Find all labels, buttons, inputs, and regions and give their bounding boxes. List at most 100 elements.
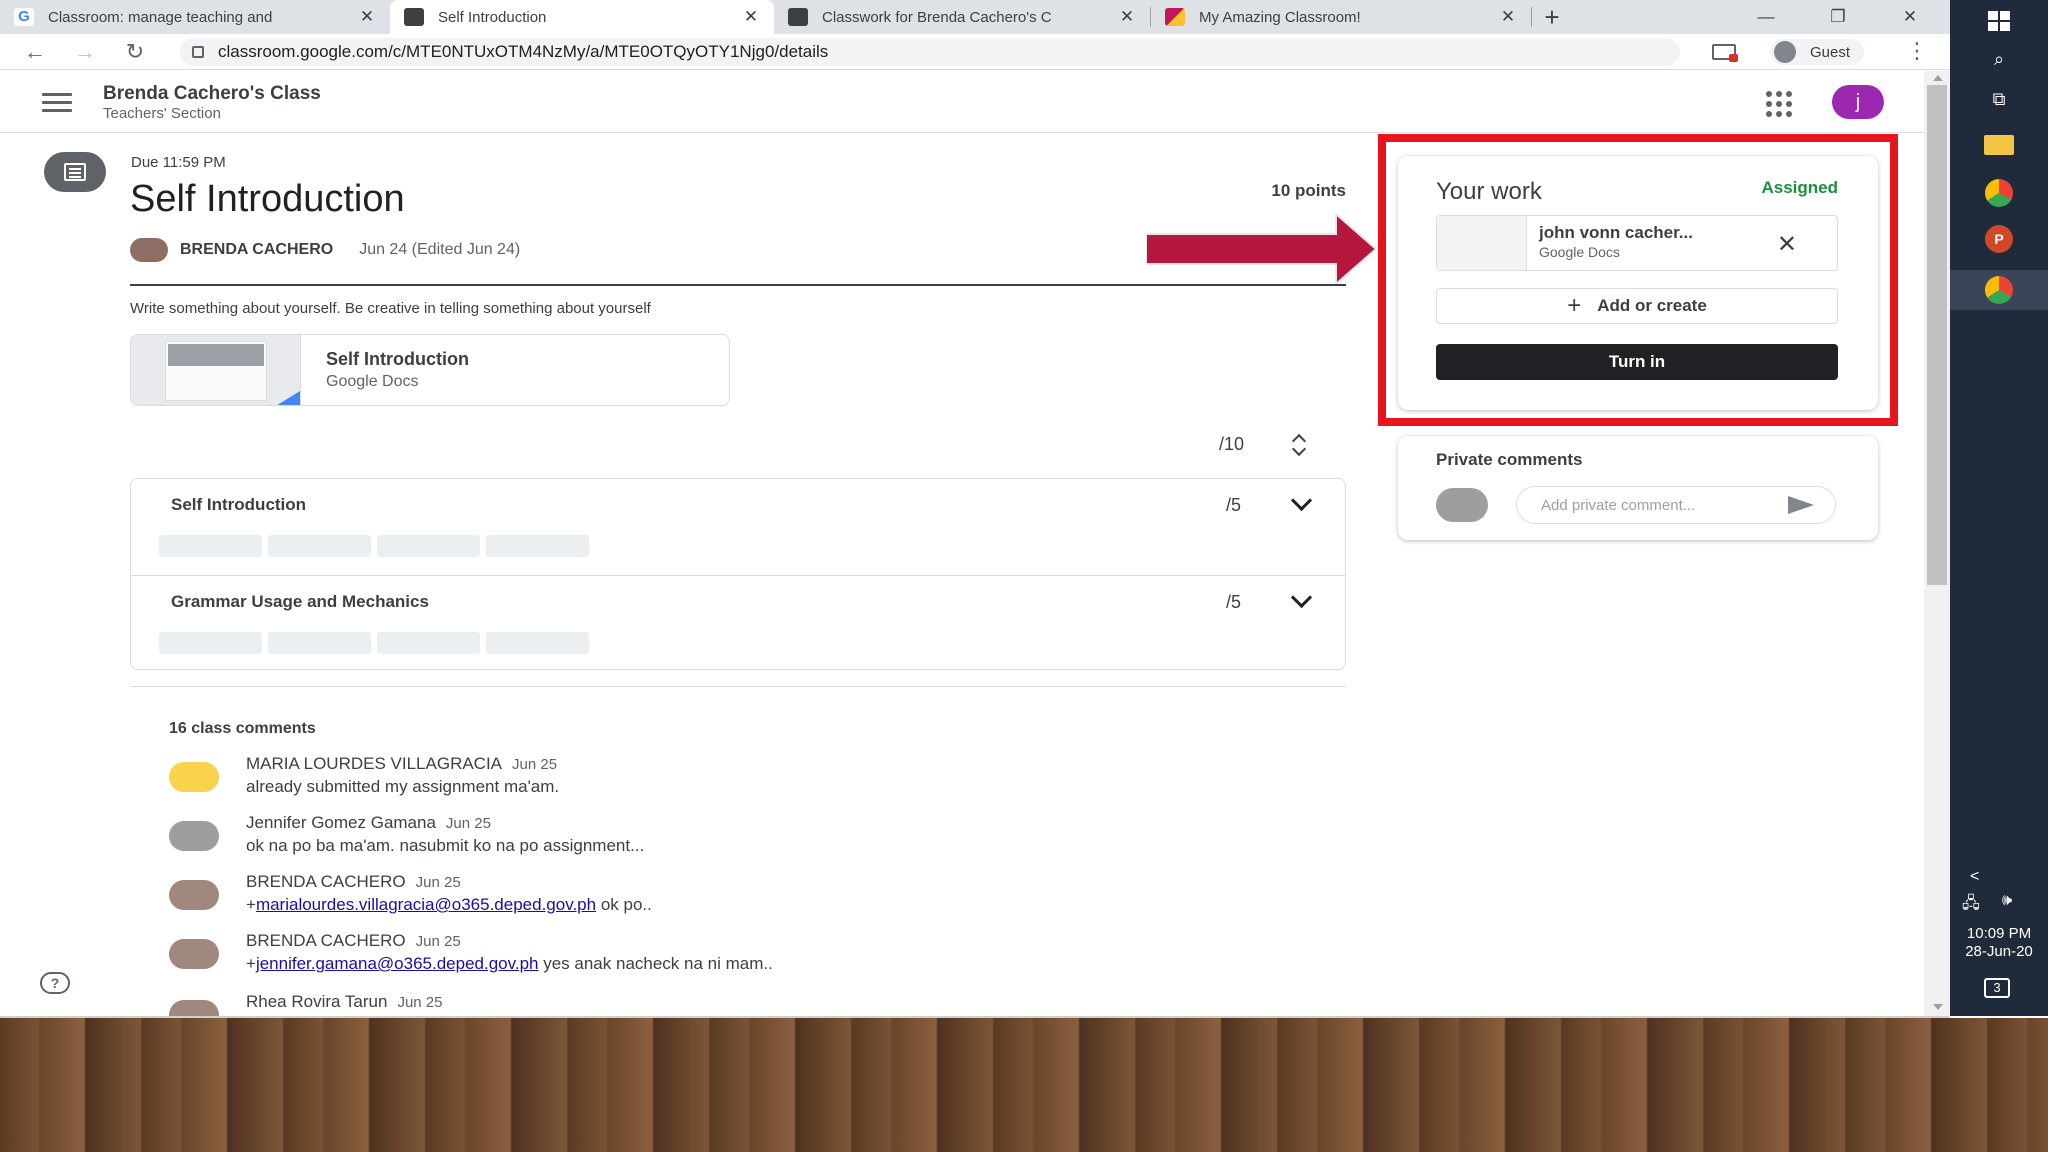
clock-date: 28-Jun-20 [1965,943,2033,960]
system-clock[interactable]: 10:09 PM 28-Jun-20 [1956,925,2042,961]
cast-icon[interactable] [1712,44,1738,62]
assignment-description: Write something about yourself. Be creat… [130,300,651,317]
chevron-down-icon[interactable] [1291,588,1311,608]
task-view-icon[interactable]: ⧉ [1980,84,2018,114]
criterion-title: Grammar Usage and Mechanics [171,592,429,611]
send-icon[interactable] [1788,496,1814,514]
browser-menu-icon[interactable]: ⋮ [1906,38,1928,64]
close-icon[interactable]: ✕ [358,7,376,27]
comment: Rhea Rovira Tarun Jun 25 [169,992,1329,1016]
windows-taskbar: ⌕ ⧉ P [1950,0,2048,1016]
back-arrow-icon[interactable]: ← [10,39,60,65]
scroll-up-arrow-icon[interactable] [1933,75,1943,81]
page-scrollbar[interactable] [1924,71,1950,1016]
mention-link[interactable]: marialourdes.villagracia@o365.deped.gov.… [256,895,596,914]
reload-icon[interactable]: ↻ [110,39,160,65]
attachment-thumbnail [131,335,301,405]
scroll-down-arrow-icon[interactable] [1933,1004,1943,1010]
google-icon: G [14,8,34,26]
header-divider [130,284,1346,286]
file-explorer-icon[interactable] [1980,130,2018,160]
minimize-icon[interactable]: — [1736,0,1796,34]
rubric-total-score: /10 [1218,434,1244,454]
powerpoint-icon[interactable]: P [1980,224,2018,254]
commenter-avatar [169,821,219,851]
window-close-icon[interactable]: ✕ [1880,0,1940,34]
classroom-icon [788,8,808,26]
commenter-avatar [169,1000,219,1016]
criterion-score: /5 [1225,495,1241,515]
posted-date: Jun 24 (Edited Jun 24) [359,241,521,258]
help-icon[interactable]: ? [40,972,70,994]
commenter-name: Jennifer Gomez Gamana [246,813,436,832]
close-icon[interactable]: ✕ [742,7,760,27]
close-icon[interactable]: ✕ [1499,7,1517,27]
commenter-avatar [169,880,219,910]
assignment-points: 10 points [1271,181,1346,200]
restore-icon[interactable]: ❐ [1808,0,1868,34]
chevron-left-icon[interactable]: < [1970,868,1979,886]
lock-icon [192,46,204,58]
tab-classroom-home[interactable]: G Classroom: manage teaching and ✕ [0,0,390,34]
comments-divider [130,686,1346,687]
close-icon[interactable]: ✕ [1118,7,1136,27]
class-comments-count[interactable]: 16 class comments [169,720,316,738]
clock-time: 10:09 PM [1966,925,2032,942]
rubric-criterion[interactable]: Grammar Usage and Mechanics /5 [131,575,1345,671]
classroom-header: Brenda Cachero's Class Teachers' Section… [0,71,1924,133]
annotation-arrow-icon [1146,214,1376,284]
comment-text: already submitted my assignment ma'am. [246,777,560,796]
class-section: Teachers' Section [103,105,221,122]
google-apps-icon[interactable] [1766,91,1792,117]
comment-body: yes anak nacheck na ni mam.. [538,954,773,973]
forward-arrow-icon[interactable]: → [60,39,110,65]
chevron-down-icon[interactable] [1291,491,1311,511]
url-text: classroom.google.com/c/MTE0NTUxOTM4NzMy/… [218,42,829,61]
criterion-levels [159,535,589,557]
volume-icon[interactable]: 🕪 [2002,892,2012,910]
comment-date: Jun 25 [512,756,558,773]
assignment-icon [44,152,106,192]
tab-title: Classroom: manage teaching and [48,8,273,26]
chrome-icon[interactable] [1980,275,2018,305]
notification-icon[interactable]: 3 [1984,978,2010,998]
network-icon[interactable]: 🖧 [1962,892,1980,919]
user-avatar [1436,488,1488,522]
commenter-name: MARIA LOURDES VILLAGRACIA [246,754,503,773]
search-icon[interactable]: ⌕ [1980,44,2018,74]
criterion-title: Self Introduction [171,495,307,514]
windows-start-icon[interactable] [1980,6,2018,36]
comment-date: Jun 25 [445,815,491,832]
private-comments-title: Private comments [1436,450,1583,469]
criterion-levels [159,632,589,654]
tab-self-introduction[interactable]: Self Introduction ✕ [390,0,774,34]
comment-date: Jun 25 [415,874,461,891]
teacher-info: BRENDA CACHERO Jun 24 (Edited Jun 24) [130,238,520,262]
rubric-criterion[interactable]: Self Introduction /5 [131,479,1345,575]
account-avatar[interactable]: j [1832,85,1884,119]
scroll-thumb[interactable] [1927,85,1947,585]
criterion-score: /5 [1225,592,1241,612]
tab-classwork[interactable]: Classwork for Brenda Cachero's C ✕ [774,0,1150,34]
mention-link[interactable]: jennifer.gamana@o365.deped.gov.ph [256,954,539,973]
tab-my-amazing-classroom[interactable]: My Amazing Classroom! ✕ [1151,0,1531,34]
profile-button[interactable]: Guest [1770,39,1865,65]
expand-collapse-icon[interactable] [1290,434,1310,456]
comment-date: Jun 25 [397,994,443,1011]
chrome-icon[interactable] [1980,178,2018,208]
teacher-name: BRENDA CACHERO [180,241,334,258]
commenter-name: BRENDA CACHERO [246,872,406,891]
address-bar[interactable]: classroom.google.com/c/MTE0NTUxOTM4NzMy/… [180,38,1680,66]
new-tab-button[interactable]: + [1532,0,1572,34]
private-comments-card: Private comments Add private comment... [1398,436,1878,540]
attachment-title: Self Introduction [326,349,469,369]
main-menu-icon[interactable] [42,93,72,117]
attachment-card[interactable]: Self Introduction Google Docs [130,334,730,406]
teacher-avatar [130,238,168,262]
classroom-icon [404,8,424,26]
assignment-title: Self Introduction [130,178,405,220]
profile-icon [1774,41,1796,63]
attachment-type: Google Docs [326,373,419,390]
mention-prefix: + [246,954,256,973]
class-name-link[interactable]: Brenda Cachero's Class [103,83,321,105]
